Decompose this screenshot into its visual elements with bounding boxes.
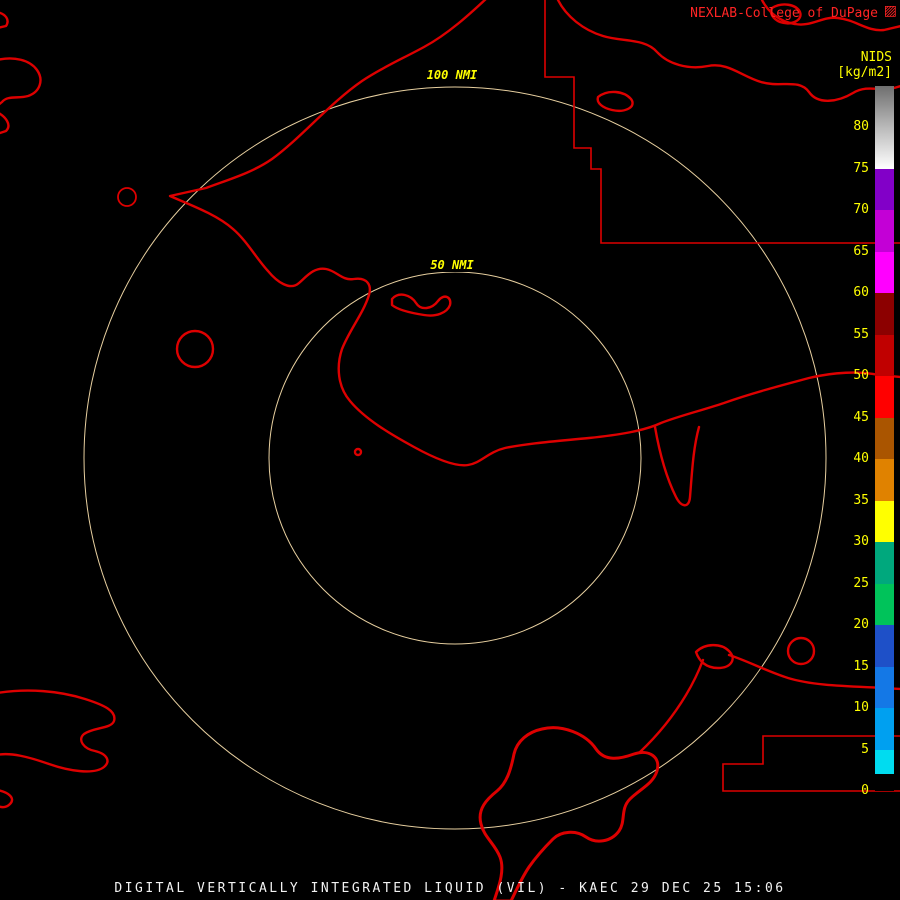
colorbar-tick-35: 35 xyxy=(853,492,869,508)
colorbar-tick-40: 40 xyxy=(853,450,869,466)
colorbar-tick-65: 65 xyxy=(853,243,869,259)
range-ring-50nmi xyxy=(268,271,642,645)
colorbar-tick-50: 50 xyxy=(853,368,869,384)
colorbar-segment-55 xyxy=(875,293,894,335)
colorbar-tick-75: 75 xyxy=(853,160,869,176)
island-southwest xyxy=(0,689,116,773)
colorbar-segment-35 xyxy=(875,459,894,501)
colorbar-segment-15 xyxy=(875,625,894,667)
island-center xyxy=(390,293,452,317)
colorbar-tick-80: 80 xyxy=(853,119,869,135)
lake-small-northwest xyxy=(117,187,137,207)
range-ring-label-50: 50 NMI xyxy=(426,258,478,272)
coastline-south-spur xyxy=(638,658,705,754)
range-ring-label-100: 100 NMI xyxy=(422,68,482,82)
colorbar-tick-25: 25 xyxy=(853,575,869,591)
colorbar-tick-45: 45 xyxy=(853,409,869,425)
colorbar-tick-60: 60 xyxy=(853,285,869,301)
radar-map-canvas xyxy=(0,0,900,900)
colorbar-tick-20: 20 xyxy=(853,616,869,632)
lake-south-complex xyxy=(478,726,660,900)
colorbar-title: NIDS xyxy=(860,50,892,65)
colorbar-segment-40 xyxy=(875,417,894,460)
colorbar-segment-65 xyxy=(875,210,894,252)
colorbar-segment-60 xyxy=(875,251,894,294)
colorbar-ticks: 80 75 70 65 60 55 50 45 40 35 30 25 20 15 10 5 0 xyxy=(825,86,869,798)
colorbar-segment-20 xyxy=(875,583,894,626)
county-boundary-southeast xyxy=(722,735,900,792)
islet-dot xyxy=(353,447,363,457)
island-left-lower xyxy=(0,112,10,135)
colorbar-tick-5: 5 xyxy=(861,741,869,757)
lake-round-east xyxy=(786,636,816,666)
product-caption: DIGITAL VERTICALLY INTEGRATED LIQUID (VI… xyxy=(114,881,786,896)
range-ring-100nmi xyxy=(83,86,827,830)
colorbar-segment-50 xyxy=(875,334,894,377)
colorbar-segment-0 xyxy=(875,774,894,791)
island-topleft-corner xyxy=(0,11,9,29)
colorbar-tick-15: 15 xyxy=(853,658,869,674)
colorbar-segment-45 xyxy=(875,376,894,418)
colorbar-segment-30 xyxy=(875,500,894,543)
island-northeast xyxy=(596,90,634,112)
coast-southwest-small xyxy=(0,789,14,809)
colorbar-tick-0: 0 xyxy=(861,782,869,798)
island-left-upper xyxy=(0,57,42,106)
colorbar-tick-70: 70 xyxy=(853,202,869,218)
colorbar-tick-55: 55 xyxy=(853,326,869,342)
colorbar-segment-80 xyxy=(875,86,894,128)
colorbar-segment-25 xyxy=(875,542,894,584)
colorbar-segment-70 xyxy=(875,168,894,211)
colorbar xyxy=(875,86,894,791)
colorbar-segment-2 xyxy=(875,749,894,775)
radar-display: 100 NMI 50 NMI NEXLAB-College of DuPage … xyxy=(0,0,900,900)
colorbar-segment-5 xyxy=(875,708,894,750)
coastline-inlet xyxy=(653,425,701,507)
colorbar-units: [kg/m2] xyxy=(837,65,892,80)
colorbar-header: NIDS [kg/m2] xyxy=(837,50,892,80)
brand-text: NEXLAB-College of DuPage xyxy=(690,6,878,21)
colorbar-tick-10: 10 xyxy=(853,699,869,715)
nexlab-logo-icon: ▨ xyxy=(883,3,897,19)
colorbar-segment-75 xyxy=(875,127,894,169)
colorbar-segment-10 xyxy=(875,666,894,709)
colorbar-tick-30: 30 xyxy=(853,533,869,549)
lake-round-west xyxy=(175,329,215,369)
